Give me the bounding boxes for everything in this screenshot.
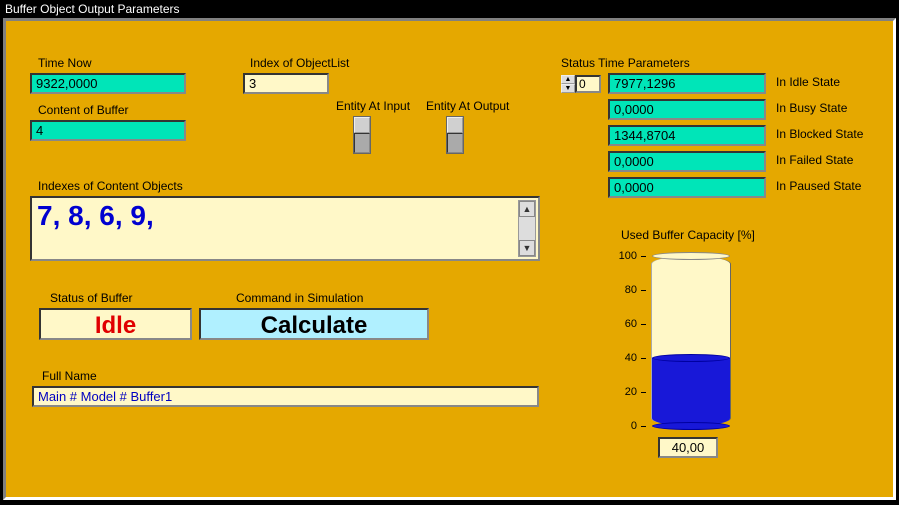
cylinder-bottom-icon bbox=[652, 422, 730, 430]
index-objectlist-value[interactable]: 3 bbox=[243, 73, 329, 94]
status-time-value: 1344,8704 bbox=[608, 125, 766, 146]
scrollbar[interactable]: ▲ ▼ bbox=[518, 200, 536, 257]
slider-thumb-icon bbox=[354, 117, 370, 133]
axis-tick-icon bbox=[641, 358, 646, 359]
spinner-value: 0 bbox=[575, 75, 601, 93]
command-button[interactable]: Calculate bbox=[199, 308, 429, 340]
axis-tick-icon bbox=[641, 290, 646, 291]
time-now-label: Time Now bbox=[38, 56, 92, 70]
status-time-state-label: In Paused State bbox=[776, 179, 861, 193]
indexes-content-value: 7, 8, 6, 9, bbox=[37, 200, 154, 231]
status-time-spinner[interactable]: ▲ ▼ 0 bbox=[561, 75, 601, 93]
content-buffer-label: Content of Buffer bbox=[38, 103, 129, 117]
status-time-value: 0,0000 bbox=[608, 151, 766, 172]
status-time-value: 0,0000 bbox=[608, 177, 766, 198]
status-buffer-value: Idle bbox=[39, 308, 192, 340]
slider-track-icon bbox=[447, 133, 463, 153]
axis-tick-label: 80 bbox=[601, 284, 637, 296]
slider-track-icon bbox=[354, 133, 370, 153]
scroll-down-icon[interactable]: ▼ bbox=[519, 240, 535, 256]
chart-cylinder bbox=[651, 256, 731, 426]
axis-tick-icon bbox=[641, 324, 646, 325]
axis-tick-icon bbox=[641, 426, 646, 427]
spinner-down-icon[interactable]: ▼ bbox=[561, 84, 575, 93]
axis-tick-label: 60 bbox=[601, 318, 637, 330]
indexes-content-label: Indexes of Content Objects bbox=[38, 179, 183, 193]
status-time-state-label: In Blocked State bbox=[776, 127, 863, 141]
full-name-value[interactable]: Main # Model # Buffer1 bbox=[32, 386, 539, 407]
cylinder-top-icon bbox=[652, 252, 730, 260]
status-time-value: 0,0000 bbox=[608, 99, 766, 120]
content-buffer-value: 4 bbox=[30, 120, 186, 141]
axis-tick-label: 20 bbox=[601, 386, 637, 398]
time-now-value: 9322,0000 bbox=[30, 73, 186, 94]
axis-tick-icon bbox=[641, 256, 646, 257]
command-label: Command in Simulation bbox=[236, 291, 363, 305]
status-time-state-label: In Failed State bbox=[776, 153, 853, 167]
status-time-state-label: In Idle State bbox=[776, 75, 840, 89]
status-time-state-label: In Busy State bbox=[776, 101, 847, 115]
chart-value: 40,00 bbox=[658, 437, 718, 458]
index-objectlist-label: Index of ObjectList bbox=[250, 56, 349, 70]
status-buffer-label: Status of Buffer bbox=[50, 291, 133, 305]
main-panel: Time Now 9322,0000 Content of Buffer 4 I… bbox=[3, 18, 896, 500]
axis-tick-label: 100 bbox=[601, 250, 637, 262]
chart-title: Used Buffer Capacity [%] bbox=[621, 228, 755, 242]
spinner-up-icon[interactable]: ▲ bbox=[561, 75, 575, 84]
slider-thumb-icon bbox=[447, 117, 463, 133]
fill-top-icon bbox=[652, 354, 730, 362]
entity-input-slider[interactable] bbox=[353, 116, 371, 154]
window-title: Buffer Object Output Parameters bbox=[0, 0, 899, 18]
entity-output-label: Entity At Output bbox=[426, 99, 509, 113]
scroll-up-icon[interactable]: ▲ bbox=[519, 201, 535, 217]
entity-input-label: Entity At Input bbox=[336, 99, 410, 113]
chart-fill bbox=[652, 358, 730, 426]
indexes-content-textarea[interactable]: 7, 8, 6, 9, ▲ ▼ bbox=[30, 196, 540, 261]
axis-tick-label: 40 bbox=[601, 352, 637, 364]
status-time-label: Status Time Parameters bbox=[561, 56, 690, 70]
axis-tick-icon bbox=[641, 392, 646, 393]
buffer-capacity-chart: 0 20 40 60 80 100 bbox=[601, 251, 781, 431]
status-time-value: 7977,1296 bbox=[608, 73, 766, 94]
axis-tick-label: 0 bbox=[601, 420, 637, 432]
entity-output-slider[interactable] bbox=[446, 116, 464, 154]
full-name-label: Full Name bbox=[42, 369, 97, 383]
